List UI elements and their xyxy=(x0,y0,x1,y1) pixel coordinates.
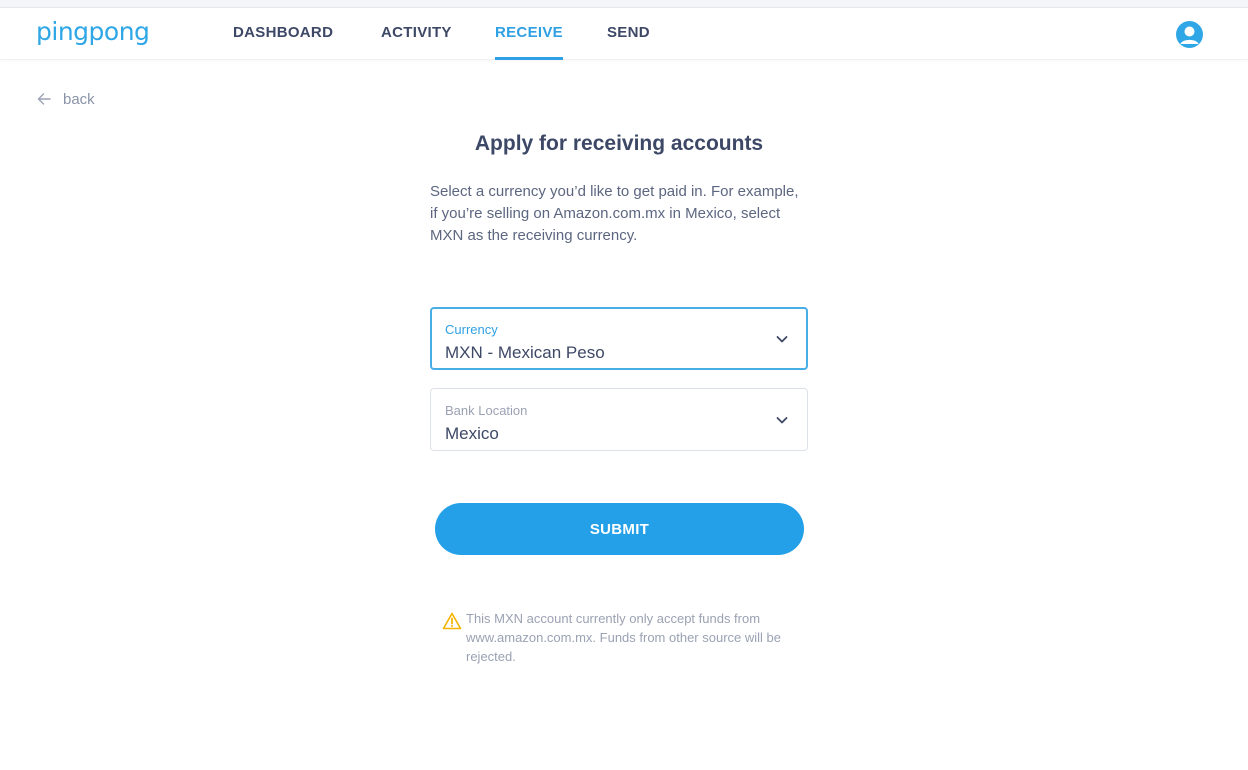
chevron-down-icon[interactable] xyxy=(775,332,789,346)
notice-text: This MXN account currently only accept f… xyxy=(466,611,781,664)
bank-location-value: Mexico xyxy=(445,424,499,443)
browser-top-strip xyxy=(0,0,1248,8)
back-label: back xyxy=(63,90,95,108)
currency-label: Currency xyxy=(445,322,498,337)
warning-icon xyxy=(442,612,462,630)
bank-location-label: Bank Location xyxy=(445,403,528,418)
submit-button[interactable]: SUBMIT xyxy=(435,503,804,555)
chevron-down-icon[interactable] xyxy=(775,413,789,427)
currency-value: MXN - Mexican Peso xyxy=(445,343,605,362)
bank-location-select[interactable]: Bank Location Mexico xyxy=(430,388,808,451)
top-navbar: pingpong DASHBOARD ACTIVITY RECEIVE SEND xyxy=(0,8,1248,60)
pingpong-logo[interactable]: pingpong xyxy=(36,16,150,48)
account-notice: This MXN account currently only accept f… xyxy=(442,609,822,666)
nav-receive[interactable]: RECEIVE xyxy=(495,8,563,60)
page-title: Apply for receiving accounts xyxy=(474,132,764,155)
currency-select[interactable]: Currency MXN - Mexican Peso xyxy=(430,307,808,370)
nav-activity[interactable]: ACTIVITY xyxy=(381,8,452,60)
nav-dashboard[interactable]: DASHBOARD xyxy=(233,8,333,60)
page-description: Select a currency you’d like to get paid… xyxy=(430,183,799,244)
nav-send[interactable]: SEND xyxy=(607,8,650,60)
arrow-left-icon xyxy=(37,93,51,105)
user-avatar-icon[interactable] xyxy=(1176,21,1203,48)
back-link[interactable]: back xyxy=(36,88,95,110)
